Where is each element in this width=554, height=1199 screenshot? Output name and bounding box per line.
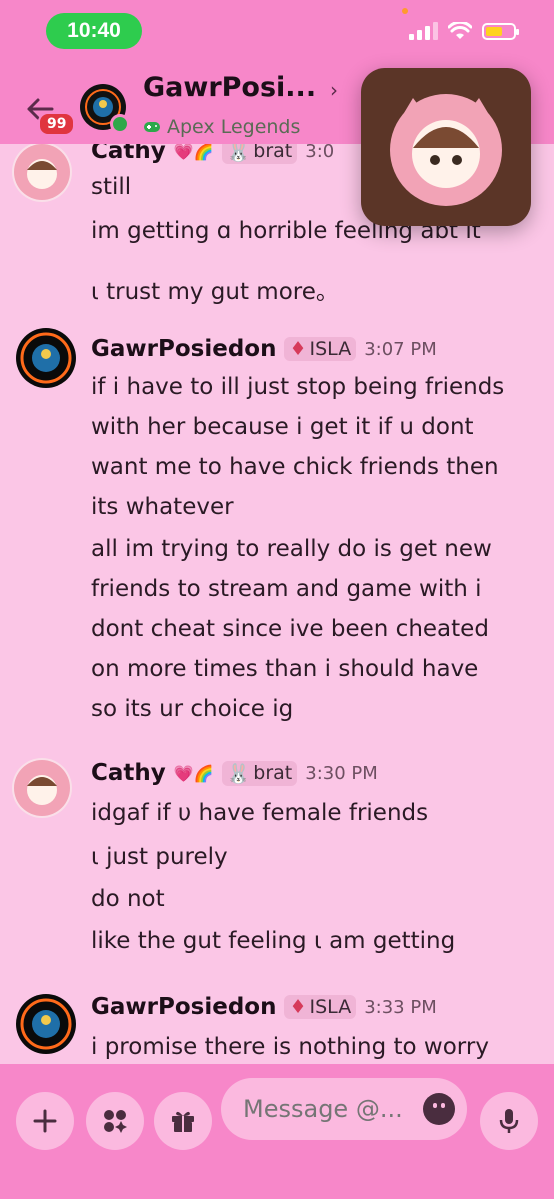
message-text: want me to have chick friends then <box>91 454 499 480</box>
gift-button[interactable] <box>154 1092 212 1150</box>
apps-icon <box>104 1110 127 1133</box>
message-text: with her because i get it if u dont <box>91 414 474 440</box>
message-text: ι trust my gut more。 <box>91 279 339 305</box>
activity-label: Apex Legends <box>167 116 301 138</box>
online-status-indicator <box>110 114 130 134</box>
message-text: friends to stream and game with i <box>91 576 482 602</box>
apps-button[interactable] <box>86 1092 144 1150</box>
add-attachment-button[interactable] <box>16 1092 74 1150</box>
timestamp: 3:33 PM <box>364 996 437 1018</box>
role-tag: 🐰 brat <box>221 144 298 164</box>
message-text: if i have to ill just stop being friends <box>91 374 505 400</box>
timestamp: 3:0 <box>305 144 335 162</box>
author-emojis: 💗🌈 <box>173 144 214 161</box>
message-author-row: GawrPosiedon ♦ ISLA 3:07 PM <box>91 336 437 362</box>
avatar[interactable] <box>12 144 72 202</box>
timestamp: 3:07 PM <box>364 338 437 360</box>
role-tag: ♦ ISLA <box>284 337 357 361</box>
message-text: so its ur choice ig <box>91 696 294 722</box>
role-tag: 🐰 brat <box>221 760 298 786</box>
message-text: ι just purely <box>91 844 228 870</box>
emoji-icon[interactable] <box>423 1093 455 1125</box>
gem-icon: ♦ <box>289 338 307 360</box>
avatar[interactable] <box>16 328 76 388</box>
chevron-right-icon[interactable]: › <box>330 78 338 102</box>
message-input-container <box>221 1078 467 1140</box>
pip-avatar-image <box>390 94 502 206</box>
channel-name[interactable]: GawrPosi... <box>143 72 316 103</box>
message-author-row: Cathy 💗🌈 🐰 brat 3:30 PM <box>91 760 378 786</box>
message-text: i promise there is nothing to worry <box>91 1034 489 1060</box>
status-bar: 10:40 <box>0 0 554 62</box>
microphone-icon <box>499 1109 519 1133</box>
author-name[interactable]: GawrPosiedon <box>91 336 276 362</box>
message-input[interactable] <box>241 1094 425 1124</box>
privacy-indicator <box>402 8 408 14</box>
signal-icon <box>409 22 438 40</box>
avatar[interactable] <box>12 758 72 818</box>
message-text: idgaf if υ have female friends <box>91 800 429 826</box>
unread-badge: 99 <box>38 112 76 136</box>
battery-icon <box>482 22 519 40</box>
gamepad-icon <box>144 122 160 132</box>
avatar[interactable] <box>16 994 76 1054</box>
bunny-icon: 🐰 <box>226 144 251 163</box>
gem-icon: ♦ <box>289 996 307 1018</box>
message-text: dont cheat since ive been cheated <box>91 616 489 642</box>
message-text: on more times than i should have <box>91 656 479 682</box>
composer-bar <box>0 1064 554 1199</box>
role-tag: ♦ ISLA <box>284 995 357 1019</box>
author-name[interactable]: GawrPosiedon <box>91 994 276 1020</box>
author-name[interactable]: Cathy <box>91 760 166 786</box>
picture-in-picture-window[interactable] <box>361 68 531 226</box>
message-author-row: GawrPosiedon ♦ ISLA 3:33 PM <box>91 994 437 1020</box>
message-author-row: Cathy 💗🌈 🐰 brat 3:0 <box>91 144 334 164</box>
author-name[interactable]: Cathy <box>91 144 166 164</box>
wifi-icon <box>448 22 472 39</box>
message-text: do not <box>91 886 165 912</box>
message-text: its whatever <box>91 494 234 520</box>
plus-icon <box>33 1109 57 1133</box>
message-text: still <box>91 174 132 200</box>
message-list[interactable]: Cathy 💗🌈 🐰 brat 3:0 still im getting ɑ ho… <box>0 144 554 1064</box>
author-emojis: 💗🌈 <box>173 763 214 783</box>
voice-message-button[interactable] <box>480 1092 538 1150</box>
gift-icon <box>172 1111 194 1132</box>
status-time: 10:40 <box>46 13 142 49</box>
bunny-icon: 🐰 <box>226 762 251 785</box>
timestamp: 3:30 PM <box>305 762 378 784</box>
message-text: like the gut feeling ι am getting <box>91 928 456 954</box>
activity-status: Apex Legends <box>143 116 300 138</box>
message-text: all im trying to really do is get new <box>91 536 492 562</box>
